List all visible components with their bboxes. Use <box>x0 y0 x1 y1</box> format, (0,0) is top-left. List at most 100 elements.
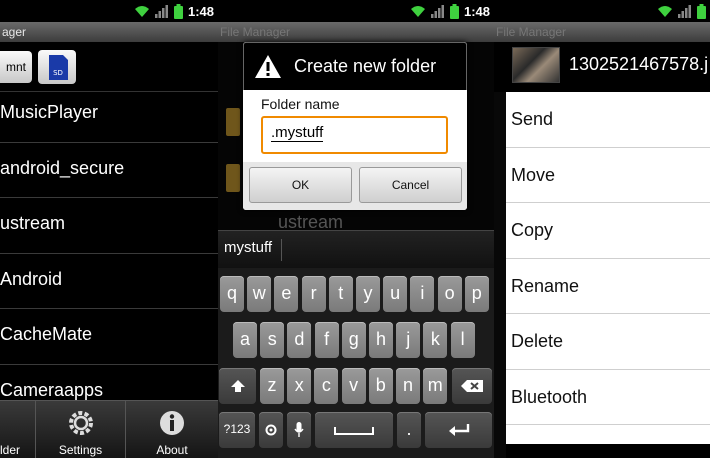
key-l[interactable]: l <box>450 322 475 358</box>
space-key[interactable] <box>315 412 393 448</box>
key-p[interactable]: p <box>464 276 489 312</box>
key-m[interactable]: m <box>423 368 448 404</box>
gear-icon <box>68 411 93 435</box>
list-item[interactable]: MusicPlayer <box>0 87 218 143</box>
wifi-icon <box>410 5 425 17</box>
suggestion-divider <box>281 239 282 261</box>
tab-label: About <box>156 443 188 457</box>
key-y[interactable]: y <box>356 276 380 312</box>
backspace-key[interactable] <box>452 368 492 404</box>
key-r[interactable]: r <box>301 276 326 312</box>
bottom-menu: lder Settings About <box>0 400 218 458</box>
status-bar <box>494 0 710 22</box>
path-mnt-button[interactable]: mnt <box>0 51 32 83</box>
period-key[interactable]: . <box>397 412 421 448</box>
app-title: File Manager <box>218 22 494 42</box>
tab-label: lder <box>0 443 21 457</box>
signal-icon <box>430 4 444 18</box>
dialog-header: Create new folder <box>243 42 467 90</box>
status-time: 1:48 <box>463 3 490 19</box>
soft-keyboard: ?123 . qwertyuiop asdfghjkl zxcvbnm <box>218 268 494 458</box>
key-e[interactable]: e <box>274 276 299 312</box>
dialog-title: Create new folder <box>294 56 437 76</box>
key-w[interactable]: w <box>247 276 272 312</box>
battery-icon <box>697 3 706 19</box>
key-k[interactable]: k <box>423 322 448 358</box>
folder-icon <box>226 108 240 136</box>
list-item[interactable]: Android <box>0 254 218 309</box>
tab-label: Settings <box>58 443 103 457</box>
wifi-icon <box>134 5 149 17</box>
gear-icon <box>265 424 277 436</box>
sd-card-icon: SD <box>49 55 68 80</box>
signal-icon <box>678 4 691 18</box>
file-name: 1302521467578.j <box>569 54 709 74</box>
path-bar: mnt SD <box>0 42 218 92</box>
create-folder-panel: 1:48 File Manager u s trea m Create new fol… <box>218 0 494 458</box>
microphone-icon <box>294 422 304 437</box>
key-g[interactable]: g <box>341 322 366 358</box>
key-n[interactable]: n <box>396 368 420 404</box>
key-o[interactable]: o <box>437 276 462 312</box>
file-thumbnail <box>512 47 560 83</box>
file-context-menu-panel: File Manager 1302521467578.j Send Move C… <box>494 0 710 458</box>
suggestion-word[interactable]: mystuff <box>224 239 272 256</box>
key-h[interactable]: h <box>369 322 393 358</box>
battery-icon <box>449 3 459 19</box>
space-bar-icon <box>334 427 374 435</box>
menu-bottom-edge <box>506 444 710 458</box>
key-b[interactable]: b <box>368 368 393 404</box>
folder-name-input[interactable]: .mystuff <box>261 116 448 154</box>
dialog-body: Folder name .mystuff <box>243 90 467 162</box>
list-item[interactable]: android_secure <box>0 143 218 198</box>
key-j[interactable]: j <box>396 322 421 358</box>
menu-item-send[interactable]: Send <box>506 92 710 148</box>
folder-list: MusicPlayer android_secure ustream Andro… <box>0 92 218 420</box>
menu-item-copy[interactable]: Copy <box>506 203 710 259</box>
app-title: ager <box>0 22 218 42</box>
app-title: File Manager <box>494 22 710 42</box>
path-sd-button[interactable]: SD <box>38 50 76 84</box>
menu-item-move[interactable]: Move <box>506 148 710 203</box>
key-t[interactable]: t <box>328 276 353 312</box>
symbols-key[interactable]: ?123 <box>219 412 255 448</box>
key-d[interactable]: d <box>287 322 312 358</box>
key-a[interactable]: a <box>233 322 257 358</box>
about-tab[interactable]: About <box>126 401 218 458</box>
info-icon <box>160 411 184 435</box>
key-u[interactable]: u <box>383 276 408 312</box>
wifi-icon <box>658 5 672 17</box>
key-q[interactable]: q <box>220 276 244 312</box>
key-s[interactable]: s <box>260 322 285 358</box>
new-folder-tab[interactable]: lder <box>0 401 36 458</box>
key-f[interactable]: f <box>314 322 339 358</box>
key-x[interactable]: x <box>287 368 312 404</box>
background-strip <box>494 92 506 458</box>
voice-input-key[interactable] <box>287 412 311 448</box>
status-bar: 1:48 <box>0 0 218 22</box>
key-z[interactable]: z <box>260 368 284 404</box>
folder-name-label: Folder name <box>261 96 340 112</box>
battery-icon <box>173 3 183 19</box>
enter-key[interactable] <box>425 412 492 448</box>
menu-item-delete[interactable]: Delete <box>506 314 710 370</box>
enter-arrow-icon <box>448 424 469 436</box>
key-i[interactable]: i <box>410 276 435 312</box>
list-item[interactable]: CacheMate <box>0 309 218 365</box>
status-bar: 1:48 <box>218 0 494 22</box>
warning-icon <box>255 55 281 78</box>
menu-item-bluetooth[interactable]: Bluetooth <box>506 370 710 425</box>
folder-name-value: .mystuff <box>271 124 324 142</box>
ok-button[interactable]: OK <box>249 167 352 203</box>
shift-arrow-icon <box>230 380 245 392</box>
list-item[interactable]: ustream <box>0 198 218 254</box>
key-c[interactable]: c <box>314 368 339 404</box>
settings-tab[interactable]: Settings <box>36 401 126 458</box>
key-v[interactable]: v <box>341 368 366 404</box>
suggestion-bar: mystuff <box>218 230 494 268</box>
menu-item-rename[interactable]: Rename <box>506 259 710 314</box>
settings-key[interactable] <box>259 412 283 448</box>
context-menu: Send Move Copy Rename Delete Bluetooth <box>506 92 710 444</box>
shift-key[interactable] <box>219 368 256 404</box>
cancel-button[interactable]: Cancel <box>359 167 462 203</box>
